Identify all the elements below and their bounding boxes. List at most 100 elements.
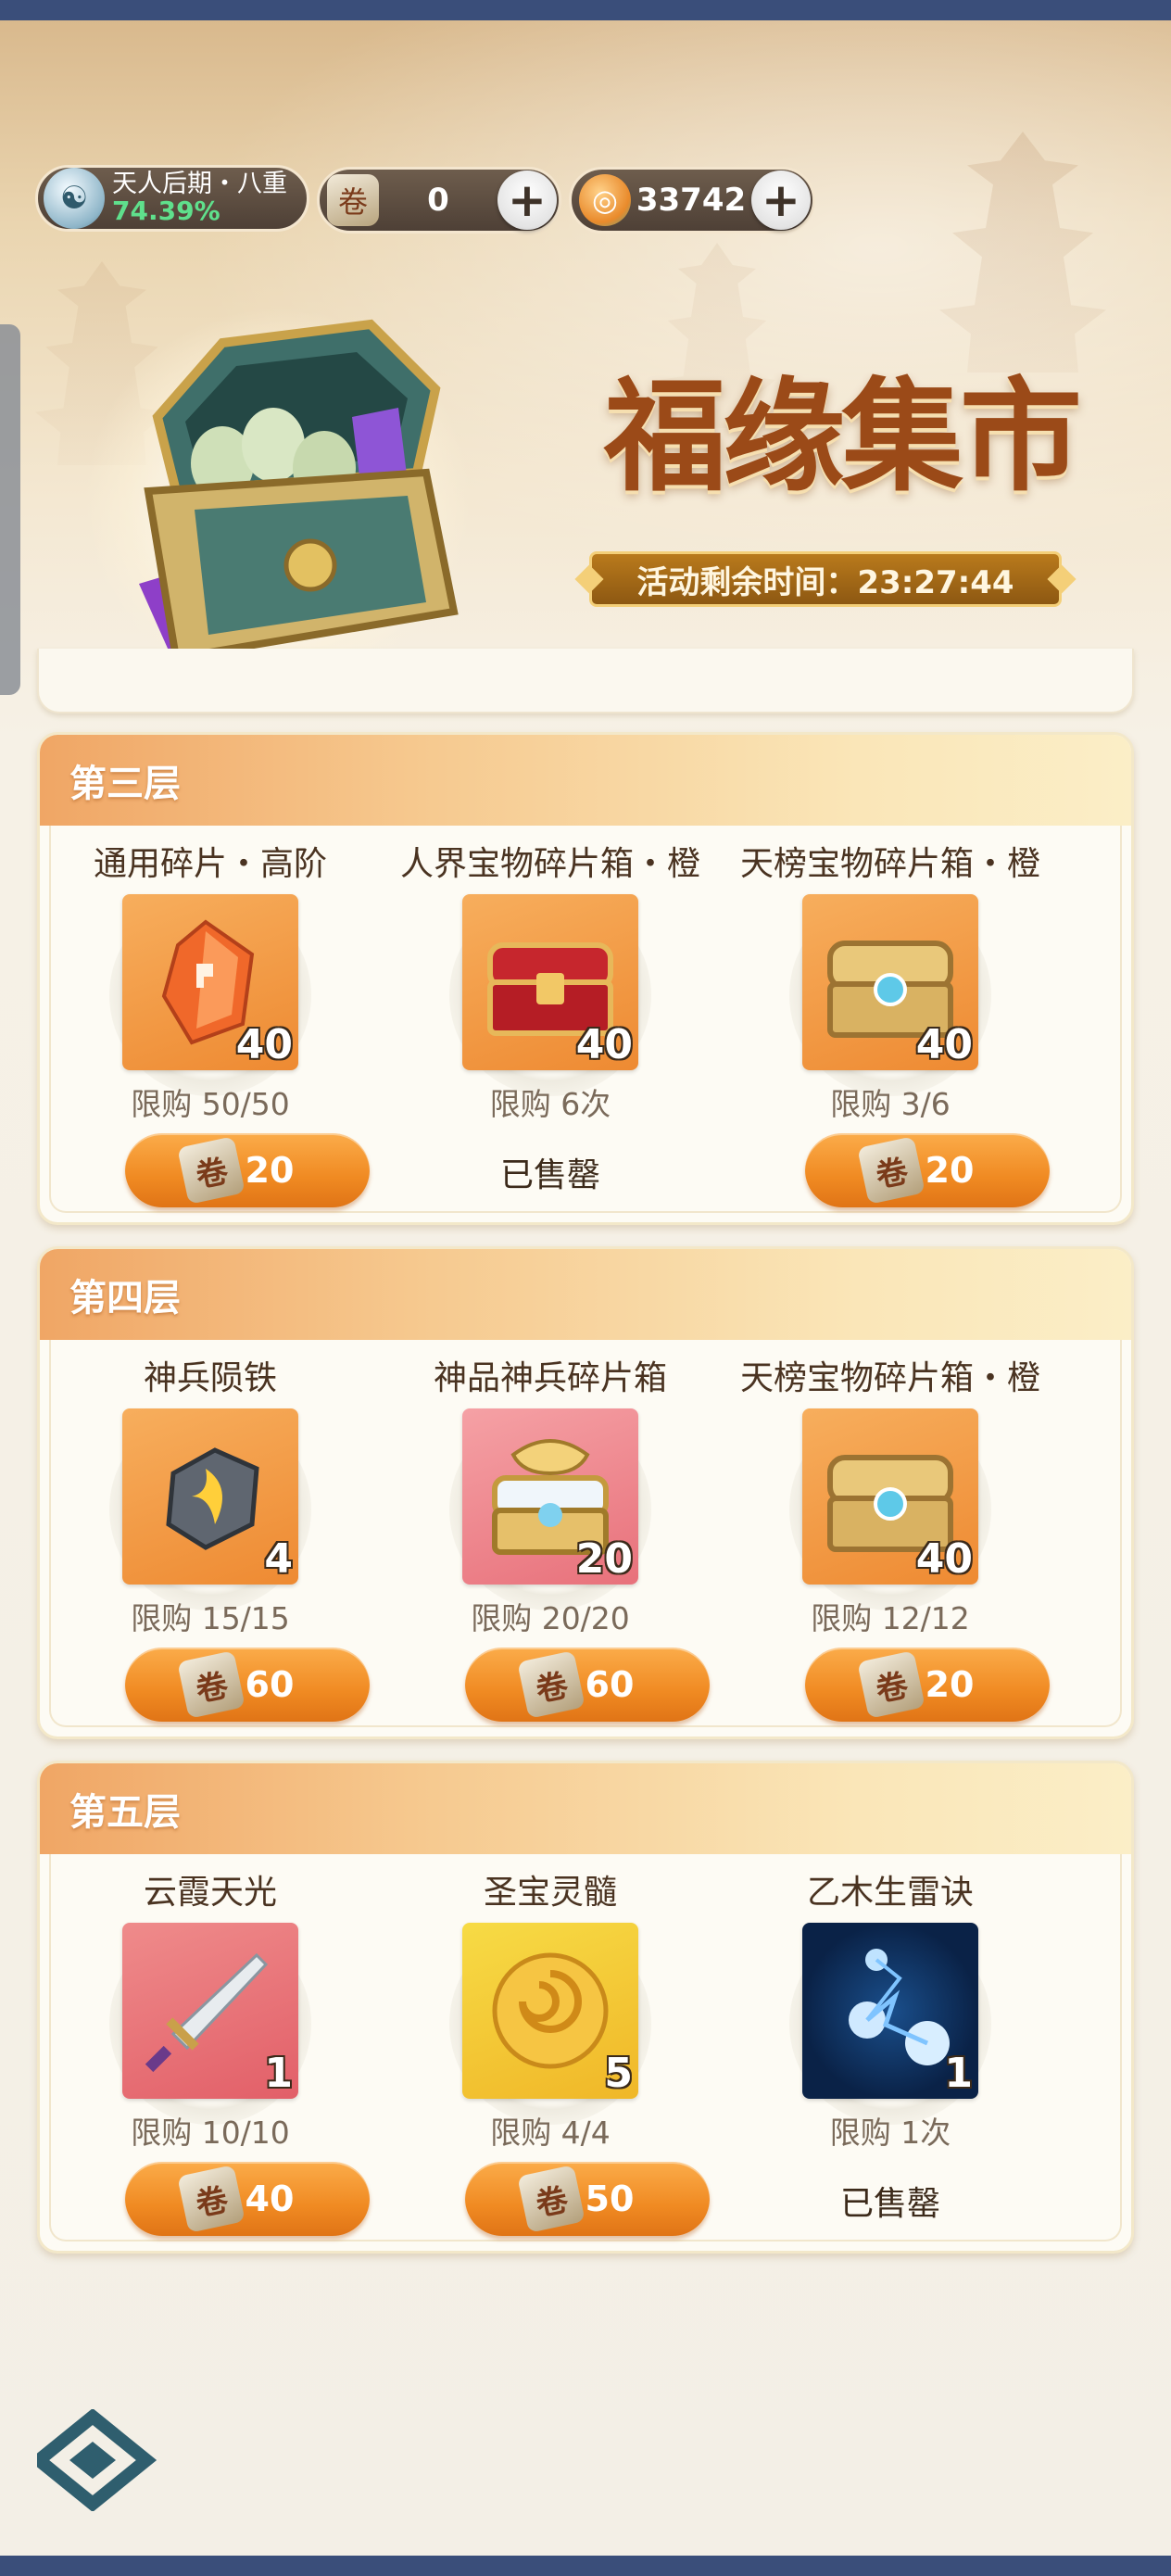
item-count: 40 (915, 1535, 973, 1583)
plus-icon: + (762, 173, 800, 227)
item-name: 圣宝灵髓 (483, 1874, 617, 1912)
item-icon-slot[interactable]: 1 (122, 1923, 298, 2099)
buy-button[interactable]: 卷 50 (465, 2162, 710, 2236)
shop-item: 人界宝物碎片箱・橙 40 限购 6次 已售罄 (380, 837, 721, 1217)
scroll-token-icon: 卷 (856, 1136, 925, 1205)
item-name: 神兵陨铁 (143, 1359, 277, 1397)
previous-tier-panel (37, 649, 1134, 713)
item-limit: 限购 1次 (829, 2115, 951, 2151)
item-name: 人界宝物碎片箱・橙 (399, 845, 700, 883)
item-icon-slot[interactable]: 40 (802, 894, 978, 1070)
pagoda-decoration (939, 132, 1106, 373)
item-name: 通用碎片・高阶 (93, 845, 327, 883)
jade-coin-icon: ◎ (579, 174, 631, 226)
tier-panel-5: 第五层 云霞天光 1 限购 10/10 卷 40 圣宝灵髓 5 限购 4/4 卷… (37, 1761, 1134, 2254)
event-title-text: 福缘集市 (604, 364, 1082, 509)
item-limit: 限购 10/10 (131, 2115, 290, 2151)
item-name: 天榜宝物碎片箱・橙 (739, 845, 1040, 883)
item-count: 5 (604, 2050, 633, 2097)
item-count: 20 (575, 1535, 633, 1583)
item-limit: 限购 6次 (489, 1086, 611, 1122)
buy-button[interactable]: 卷 60 (125, 1648, 370, 1722)
buy-button[interactable]: 卷 40 (125, 2162, 370, 2236)
tier-panel-3: 第三层 通用碎片・高阶 40 限购 50/50 卷 20 人界宝物碎片箱・橙 4… (37, 732, 1134, 1225)
status-bar-bottom (0, 2556, 1171, 2576)
item-limit: 限购 12/12 (811, 1600, 970, 1636)
sold-out-label: 已售罄 (499, 1156, 600, 1194)
item-count: 4 (264, 1535, 293, 1583)
item-limit: 限购 50/50 (131, 1086, 290, 1122)
currency-scroll-pill: 卷 0 + (317, 167, 561, 234)
scroll-token-icon: 卷 (176, 1136, 246, 1205)
item-name: 乙木生雷诀 (806, 1874, 974, 1912)
scroll-token-icon: 卷 (176, 1650, 246, 1719)
event-timer: 活动剩余时间：23:27:44 (589, 551, 1062, 607)
tier-title: 第四层 (40, 1249, 1131, 1340)
shop-item: 天榜宝物碎片箱・橙 40 限购 12/12 卷 20 (720, 1351, 1061, 1731)
scroll-token-icon: 卷 (516, 1650, 586, 1719)
event-timer-text: 活动剩余时间：23:27:44 (636, 563, 1014, 601)
buy-price: 20 (925, 1664, 975, 1705)
item-icon-slot[interactable]: 40 (122, 894, 298, 1070)
currency-jade-value: 33742 (636, 182, 747, 219)
item-icon-slot[interactable]: 5 (462, 1923, 638, 2099)
item-name: 云霞天光 (143, 1874, 277, 1912)
shop-item: 云霞天光 1 限购 10/10 卷 40 (40, 1865, 381, 2245)
item-count: 1 (264, 2050, 293, 2097)
shop-item: 通用碎片・高阶 40 限购 50/50 卷 20 (40, 837, 381, 1217)
buy-price: 60 (245, 1664, 295, 1705)
buy-price: 50 (585, 2178, 635, 2219)
add-scroll-button[interactable]: + (497, 170, 557, 230)
item-limit: 限购 4/4 (490, 2115, 611, 2151)
currency-jade-pill: ◎ 33742 + (569, 167, 815, 234)
item-name: 天榜宝物碎片箱・橙 (739, 1359, 1040, 1397)
shop-item: 神兵陨铁 4 限购 15/15 卷 60 (40, 1351, 381, 1731)
buy-price: 20 (245, 1150, 295, 1191)
side-drawer-handle[interactable] (0, 324, 20, 695)
item-count: 40 (235, 1021, 293, 1068)
buy-price: 40 (245, 2178, 295, 2219)
item-name: 神品神兵碎片箱 (433, 1359, 667, 1397)
tier-title: 第三层 (40, 735, 1131, 826)
item-icon-slot[interactable]: 1 (802, 1923, 978, 2099)
tier-panel-4: 第四层 神兵陨铁 4 限购 15/15 卷 60 神品神兵碎片箱 20 限购 2… (37, 1246, 1134, 1739)
item-icon-slot[interactable]: 40 (802, 1408, 978, 1585)
currency-scroll-value: 0 (427, 182, 449, 219)
cultivator-avatar-icon: ☯ (44, 168, 105, 229)
event-title: 福缘集市 (535, 352, 1147, 509)
sword-icon (145, 1952, 269, 2073)
item-icon-slot[interactable]: 40 (462, 894, 638, 1070)
rank-progress: 74.39% (112, 196, 220, 227)
scroll-token-icon: 卷 (176, 2165, 246, 2233)
scroll-token-icon: 卷 (856, 1650, 925, 1719)
item-count: 40 (575, 1021, 633, 1068)
add-jade-button[interactable]: + (751, 170, 811, 230)
spirit-orb-icon (492, 1952, 609, 2069)
item-count: 1 (944, 2050, 973, 2097)
scroll-token-icon: 卷 (327, 174, 379, 226)
buy-button[interactable]: 卷 60 (465, 1648, 710, 1722)
status-bar-top (0, 0, 1171, 20)
item-limit: 限购 15/15 (131, 1600, 290, 1636)
shop-item: 神品神兵碎片箱 20 限购 20/20 卷 60 (380, 1351, 721, 1731)
game-logo-icon[interactable] (37, 2409, 157, 2511)
rank-title: 天人后期・八重 (112, 170, 287, 199)
item-limit: 限购 20/20 (471, 1600, 630, 1636)
item-icon-slot[interactable]: 20 (462, 1408, 638, 1585)
shop-item: 圣宝灵髓 5 限购 4/4 卷 50 (380, 1865, 721, 2245)
buy-price: 20 (925, 1150, 975, 1191)
shop-item: 乙木生雷诀 1 限购 1次 已售罄 (720, 1865, 1061, 2245)
item-limit: 限购 3/6 (830, 1086, 951, 1122)
tier-title: 第五层 (40, 1763, 1131, 1854)
buy-button[interactable]: 卷 20 (805, 1648, 1050, 1722)
meteor-iron-icon (166, 1447, 259, 1550)
buy-price: 60 (585, 1664, 635, 1705)
buy-button[interactable]: 卷 20 (805, 1133, 1050, 1207)
scroll-token-icon: 卷 (516, 2165, 586, 2233)
item-icon-slot[interactable]: 4 (122, 1408, 298, 1585)
buy-button[interactable]: 卷 20 (125, 1133, 370, 1207)
sold-out-label: 已售罄 (839, 2185, 940, 2223)
cultivation-rank-pill[interactable]: ☯ 天人后期・八重 74.39% (35, 165, 309, 232)
shop-item: 天榜宝物碎片箱・橙 40 限购 3/6 卷 20 (720, 837, 1061, 1217)
item-count: 40 (915, 1021, 973, 1068)
